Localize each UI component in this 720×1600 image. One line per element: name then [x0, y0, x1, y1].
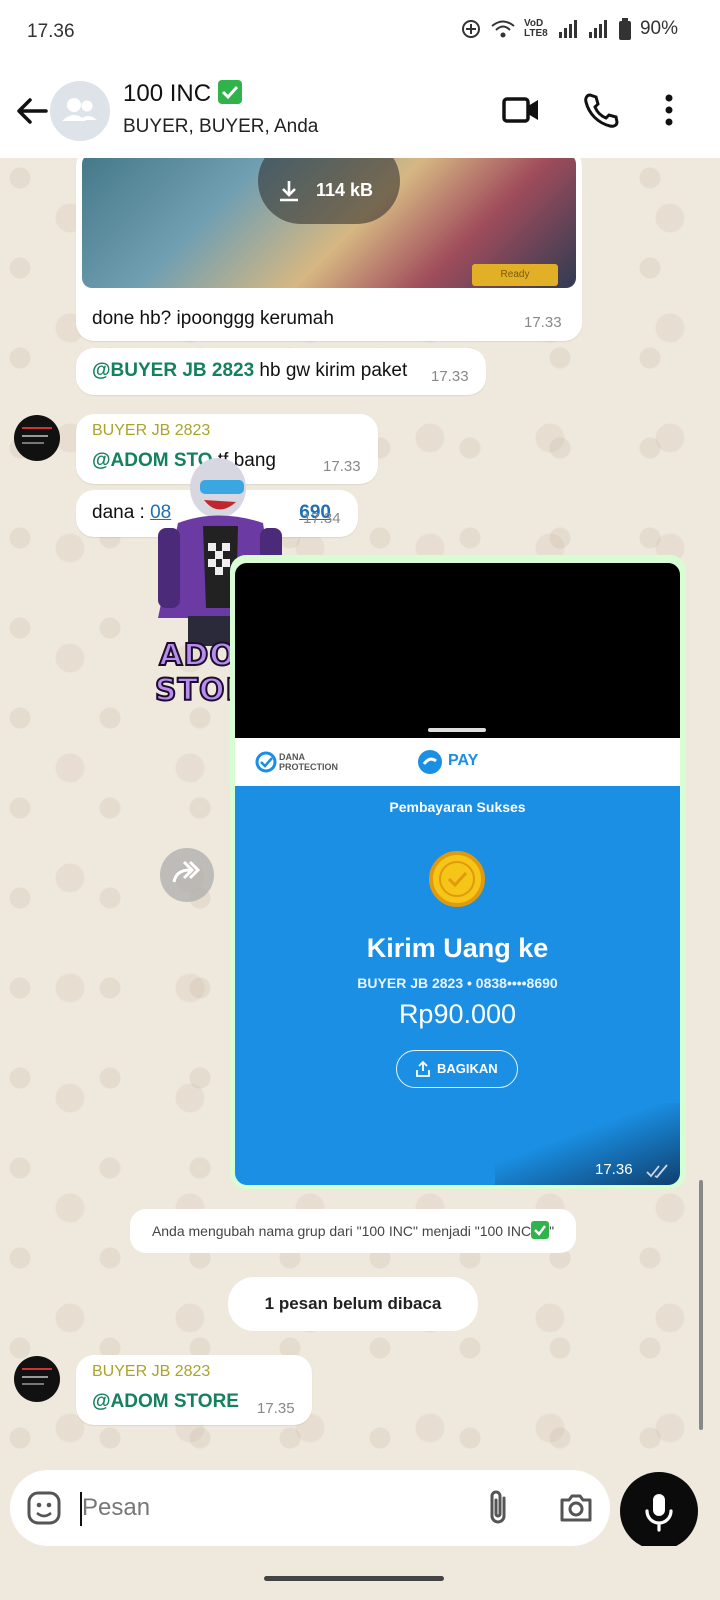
message-time: 17.35 [257, 1400, 295, 1417]
unread-label: 1 pesan belum dibaca [264, 1294, 442, 1313]
voice-record-button[interactable] [620, 1472, 698, 1550]
double-check-icon [646, 1164, 668, 1179]
share-icon [416, 1061, 430, 1077]
signal-icon-1 [558, 20, 577, 38]
mention-link[interactable]: @BUYER JB 2823 [92, 360, 254, 381]
status-bar: 17.36 VoD LTE8 90% [0, 0, 720, 64]
chat-title[interactable]: 100 INC [123, 80, 242, 108]
message-text: done hb? ipoonggg kerumah [92, 308, 334, 329]
voice-call-icon[interactable] [580, 89, 622, 131]
dana-logo-icon [418, 750, 442, 774]
camera-icon[interactable] [556, 1488, 596, 1528]
message-text: @BUYER JB 2823 hb gw kirim paket [92, 360, 407, 382]
signal-icon-2 [588, 20, 607, 38]
receipt-header: DANA PROTECTION PAY [235, 738, 680, 786]
forward-icon [172, 860, 201, 883]
group-icon [62, 98, 97, 121]
system-message: Anda mengubah nama grup dari "100 INC" m… [130, 1209, 576, 1253]
message-list[interactable]: Ready 114 kB done hb? ipoonggg kerumah 1… [0, 158, 720, 1470]
receipt-screenshot[interactable]: DANA PROTECTION PAY Pembayaran Sukses Ki… [235, 563, 680, 1185]
image-message-outgoing[interactable]: DANA PROTECTION PAY Pembayaran Sukses Ki… [230, 555, 686, 1189]
chat-header: 100 INC BUYER, BUYER, Anda [0, 64, 720, 158]
message-time: 17.33 [431, 368, 469, 385]
screenshot-bar [428, 728, 486, 732]
message-input-placeholder[interactable]: Pesan [82, 1494, 150, 1522]
text-message[interactable]: BUYER JB 2823 @ADOM STORE 17.35 [76, 1355, 312, 1425]
system-text-suffix: " [549, 1223, 555, 1239]
network-type-label: VoD LTE8 [523, 18, 548, 39]
home-gesture-handle[interactable] [264, 1576, 444, 1581]
verified-check-icon [217, 80, 242, 104]
microphone-icon [645, 1494, 673, 1532]
share-label: BAGIKAN [437, 1061, 498, 1076]
text-message[interactable]: @BUYER JB 2823 hb gw kirim paket 17.33 [76, 348, 486, 395]
message-composer[interactable]: Pesan [10, 1470, 610, 1546]
group-name: 100 INC [123, 80, 212, 107]
sticker-icon[interactable] [24, 1488, 64, 1528]
image-tag: Ready [472, 264, 558, 286]
verified-check-icon [531, 1221, 550, 1239]
payment-status: Pembayaran Sukses [389, 799, 526, 815]
battery-percent: 90% [639, 18, 678, 39]
mention-link[interactable]: @ADOM STORE [92, 1391, 239, 1413]
forward-button[interactable] [160, 848, 214, 902]
message-time: 17.33 [323, 458, 361, 475]
more-options-icon[interactable] [648, 89, 690, 131]
message-time: 17.34 [303, 510, 341, 527]
media-message[interactable]: Ready 114 kB done hb? ipoonggg kerumah 1… [76, 158, 582, 341]
back-arrow-icon[interactable] [12, 91, 52, 131]
download-icon [280, 181, 298, 202]
pay-label: PAY [448, 752, 479, 769]
success-coin-icon [429, 851, 485, 907]
sender-name[interactable]: BUYER JB 2823 [92, 1363, 210, 1381]
video-call-icon[interactable] [500, 89, 542, 131]
screenshot-black-area [235, 563, 680, 738]
transfer-recipient: BUYER JB 2823 • 0838••••8690 [357, 975, 558, 991]
share-button[interactable]: BAGIKAN [396, 1050, 518, 1088]
message-time: 17.33 [524, 314, 562, 331]
data-saver-icon [461, 20, 480, 38]
system-text: Anda mengubah nama grup dari "100 INC" m… [151, 1223, 532, 1239]
system-nav-bar [0, 1546, 720, 1600]
attach-icon[interactable] [480, 1488, 516, 1528]
unread-divider: 1 pesan belum dibaca [228, 1277, 478, 1331]
transfer-amount: Rp90.000 [398, 999, 517, 1029]
image-time: 17.36 [595, 1161, 633, 1178]
transfer-headline: Kirim Uang ke [366, 933, 549, 963]
message-body: hb gw kirim paket [254, 360, 408, 381]
sender-name[interactable]: BUYER JB 2823 [92, 422, 210, 440]
wifi-icon [491, 20, 515, 38]
status-icons: VoD LTE8 90% [460, 18, 678, 40]
download-button[interactable]: 114 kB [258, 158, 400, 224]
status-time: 17.36 [27, 21, 75, 42]
group-avatar[interactable] [50, 81, 110, 141]
dana-protection-icon [255, 751, 277, 773]
scrollbar[interactable] [699, 1180, 703, 1430]
group-members: BUYER, BUYER, Anda [123, 116, 319, 137]
sender-avatar[interactable] [14, 1356, 60, 1402]
dana-protection-label: DANA PROTECTION [279, 752, 339, 772]
battery-icon [618, 18, 631, 40]
sender-avatar[interactable] [14, 415, 60, 461]
download-size: 114 kB [316, 180, 374, 200]
